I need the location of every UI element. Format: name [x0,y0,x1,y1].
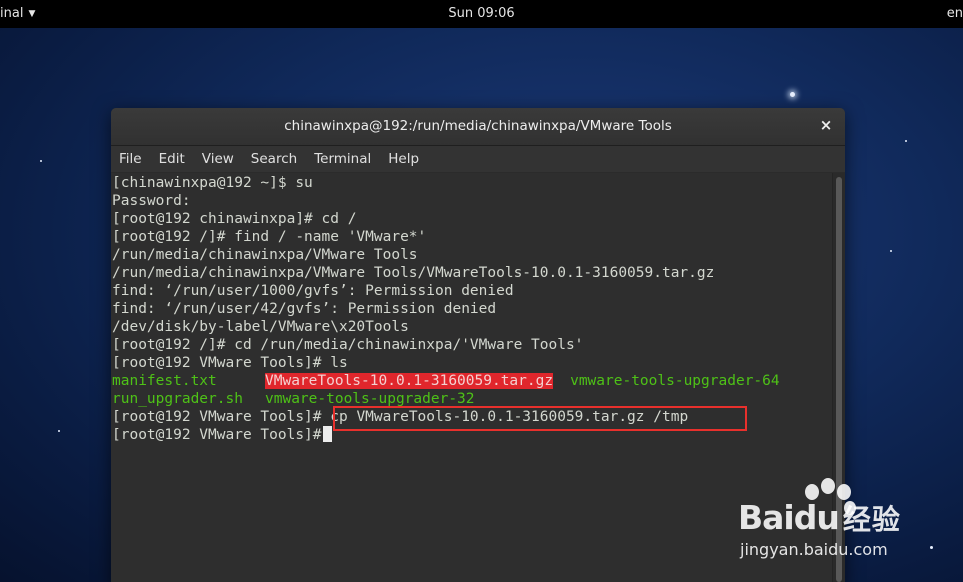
terminal-line: /dev/disk/by-label/VMware\x20Tools [112,319,409,335]
file-upgrader-64: vmware-tools-upgrader-64 [570,373,780,389]
menu-edit[interactable]: Edit [151,151,194,167]
terminal-line: /run/media/chinawinxpa/VMware Tools/VMwa… [112,265,715,281]
star-decoration [58,430,60,432]
terminal-line: Password: [112,193,191,209]
ls-output-row: manifest.txt VMwareTools-10.0.1-3160059.t… [112,372,833,390]
menubar: File Edit View Search Terminal Help [111,146,845,172]
input-language-indicator[interactable]: en [947,6,963,21]
menu-search[interactable]: Search [243,151,306,167]
brand-latin: Bai [738,498,795,537]
terminal-line: /run/media/chinawinxpa/VMware Tools [112,247,418,263]
window-titlebar[interactable]: chinawinxpa@192:/run/media/chinawinxpa/V… [111,108,845,146]
star-decoration [790,92,795,97]
file-manifest: manifest.txt [112,373,217,389]
terminal-line: [root@192 /]# cd /run/media/chinawinxpa/… [112,337,584,353]
brand-du: du [793,498,840,537]
terminal-line: [root@192 chinawinxpa]# cd / [112,211,357,227]
clock[interactable]: Sun 09:06 [0,6,963,21]
baidu-jingyan-watermark: Baidu 经验 jingyan.baidu.com [738,478,958,578]
file-upgrader-32: vmware-tools-upgrader-32 [265,391,475,407]
watermark-brand: Baidu 经验 [738,498,901,538]
terminal-line: [root@192 /]# find / -name 'VMware*' [112,229,427,245]
terminal-line: find: ‘/run/user/42/gvfs’: Permission de… [112,301,497,317]
menu-view[interactable]: View [194,151,243,167]
terminal-line: [chinawinxpa@192 ~]$ su [112,175,313,191]
terminal-line: find: ‘/run/user/1000/gvfs’: Permission … [112,283,514,299]
terminal-line: [root@192 VMware Tools]# ls [112,355,348,371]
star-decoration [905,140,907,142]
file-vmwaretools-archive: VMwareTools-10.0.1-3160059.tar.gz [265,373,554,389]
menu-file[interactable]: File [111,151,151,167]
text-cursor [322,426,332,442]
annotation-highlight-box [333,406,747,431]
brand-cn: 经验 [842,503,901,536]
menu-help[interactable]: Help [380,151,428,167]
shell-prompt: [root@192 VMware Tools]# [112,427,322,443]
watermark-url: jingyan.baidu.com [740,540,888,559]
close-icon[interactable]: × [817,116,835,134]
terminal-output[interactable]: [chinawinxpa@192 ~]$ su Password: [root@… [111,173,833,582]
terminal-window: chinawinxpa@192:/run/media/chinawinxpa/V… [111,108,845,582]
top-panel: inal ▼ Sun 09:06 en [0,0,963,28]
window-title: chinawinxpa@192:/run/media/chinawinxpa/V… [284,118,672,134]
shell-prompt: [root@192 VMware Tools]# [112,409,322,425]
star-decoration [40,160,42,162]
star-decoration [890,250,892,252]
file-run-upgrader: run_upgrader.sh [112,391,243,407]
menu-terminal[interactable]: Terminal [306,151,380,167]
